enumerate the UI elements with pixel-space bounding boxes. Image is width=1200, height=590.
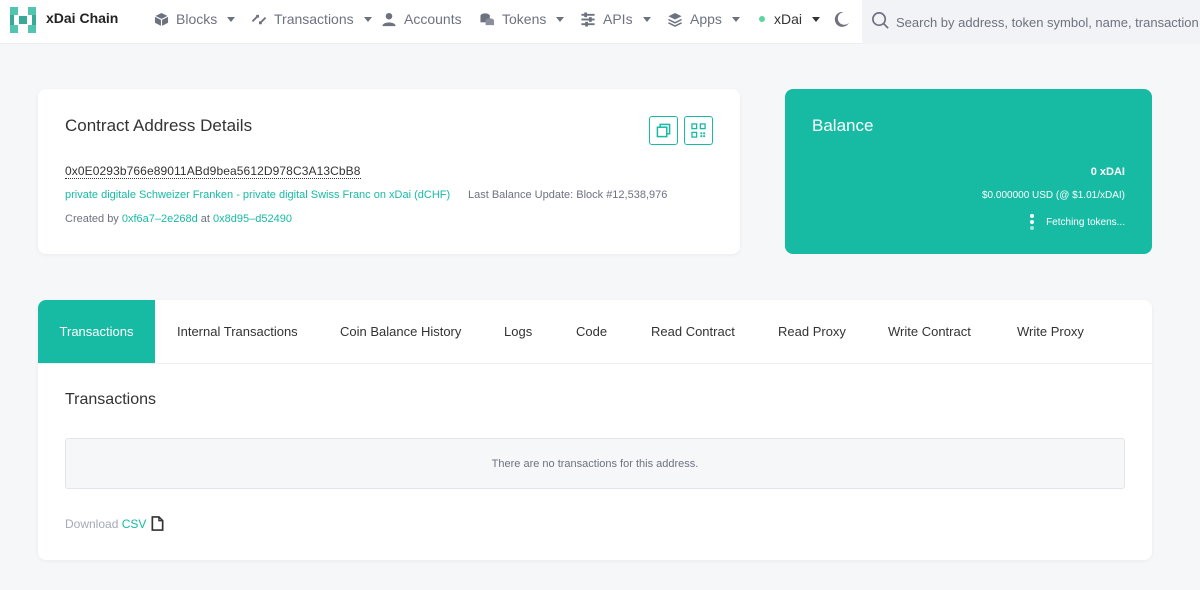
token-name-link[interactable]: private digitale Schweizer Franken - pri…	[65, 189, 450, 201]
nav-transactions[interactable]: Transactions	[251, 11, 372, 27]
chevron-down-icon	[812, 16, 821, 22]
navbar: xDai Chain Blocks Transactions Accounts …	[0, 0, 1200, 44]
nav-blocks-label: Blocks	[176, 11, 218, 27]
tab-transactions[interactable]: Transactions	[38, 300, 155, 363]
search-input[interactable]	[896, 0, 1198, 44]
creator-address-link[interactable]: 0xf6a7–2e268d	[122, 213, 198, 225]
transactions-card: Transactions Internal Transactions Coin …	[38, 300, 1152, 560]
loading-spinner-icon	[1030, 214, 1035, 230]
qr-code-icon	[691, 123, 706, 138]
nav-apps[interactable]: Apps	[667, 11, 740, 27]
search-box	[862, 0, 1200, 44]
moon-icon[interactable]	[833, 11, 850, 28]
nav-blocks[interactable]: Blocks	[154, 11, 236, 27]
creation-tx-link[interactable]: 0x8d95–d52490	[213, 213, 292, 225]
network-label: xDai	[774, 11, 803, 27]
download-label: Download	[65, 516, 119, 531]
chevron-down-icon	[642, 16, 651, 22]
brand-name[interactable]: xDai Chain	[46, 10, 118, 26]
chevron-down-icon	[227, 16, 236, 22]
nav-apis-label: APIs	[603, 11, 633, 27]
tab-code[interactable]: Code	[576, 300, 607, 363]
tab-bar: Transactions Internal Transactions Coin …	[38, 300, 1152, 364]
tab-write-proxy[interactable]: Write Proxy	[1017, 300, 1084, 363]
fetching-tokens: Fetching tokens...	[1030, 214, 1125, 230]
nav-tokens[interactable]: Tokens	[479, 11, 565, 27]
network-selector[interactable]: xDai	[759, 11, 821, 27]
coins-icon	[480, 12, 495, 25]
nav-apis[interactable]: APIs	[580, 11, 651, 27]
download-csv: Download CSV	[65, 516, 164, 531]
network-status-dot	[759, 16, 765, 22]
fetching-tokens-label: Fetching tokens...	[1046, 216, 1125, 228]
tab-read-proxy[interactable]: Read Proxy	[778, 300, 846, 363]
details-title: Contract Address Details	[65, 116, 253, 135]
nav-apps-label: Apps	[690, 11, 722, 27]
qr-code-button[interactable]	[684, 116, 713, 145]
nav-accounts[interactable]: Accounts	[381, 11, 462, 27]
copy-address-button[interactable]	[649, 116, 678, 145]
nav-tokens-label: Tokens	[502, 11, 547, 27]
sliders-icon	[581, 11, 595, 27]
contract-details-card: Contract Address Details 0x0E0293b766e89…	[38, 89, 740, 254]
transfer-icon	[251, 14, 267, 24]
nav-accounts-label: Accounts	[404, 11, 462, 27]
transactions-section-title: Transactions	[65, 391, 156, 408]
cube-icon	[154, 12, 169, 26]
balance-amount: 0 xDAI	[1090, 166, 1125, 178]
file-icon[interactable]	[151, 516, 164, 531]
download-csv-link[interactable]: CSV	[122, 517, 147, 531]
user-icon	[382, 12, 396, 26]
empty-transactions-text: There are no transactions for this addre…	[491, 457, 699, 470]
balance-title: Balance	[812, 116, 874, 135]
layers-icon	[668, 12, 682, 27]
tab-logs[interactable]: Logs	[504, 300, 532, 363]
tab-internal-transactions[interactable]: Internal Transactions	[177, 300, 298, 363]
tab-coin-balance-history[interactable]: Coin Balance History	[340, 300, 461, 363]
balance-usd: $0.000000 USD (@ $1.01/xDAI)	[981, 190, 1125, 201]
search-icon	[872, 12, 889, 29]
tab-read-contract[interactable]: Read Contract	[651, 300, 735, 363]
tab-write-contract[interactable]: Write Contract	[888, 300, 971, 363]
contract-address[interactable]: 0x0E0293b766e89011ABd9bea5612D978C3A13Cb…	[65, 164, 361, 179]
copy-icon	[656, 123, 671, 138]
created-by-label: Created by	[65, 213, 119, 225]
chevron-down-icon	[731, 16, 740, 22]
created-by-line: Created by 0xf6a7–2e268d at 0x8d95–d5249…	[65, 213, 292, 225]
created-at-label: at	[200, 213, 210, 225]
blockscout-logo-icon[interactable]	[10, 7, 36, 33]
last-balance-update: Last Balance Update: Block #12,538,976	[468, 189, 668, 201]
nav-transactions-label: Transactions	[274, 11, 354, 27]
chevron-down-icon	[556, 16, 565, 22]
balance-card: Balance 0 xDAI $0.000000 USD (@ $1.01/xD…	[785, 89, 1152, 254]
empty-transactions-message: There are no transactions for this addre…	[65, 438, 1125, 489]
chevron-down-icon	[363, 16, 372, 22]
